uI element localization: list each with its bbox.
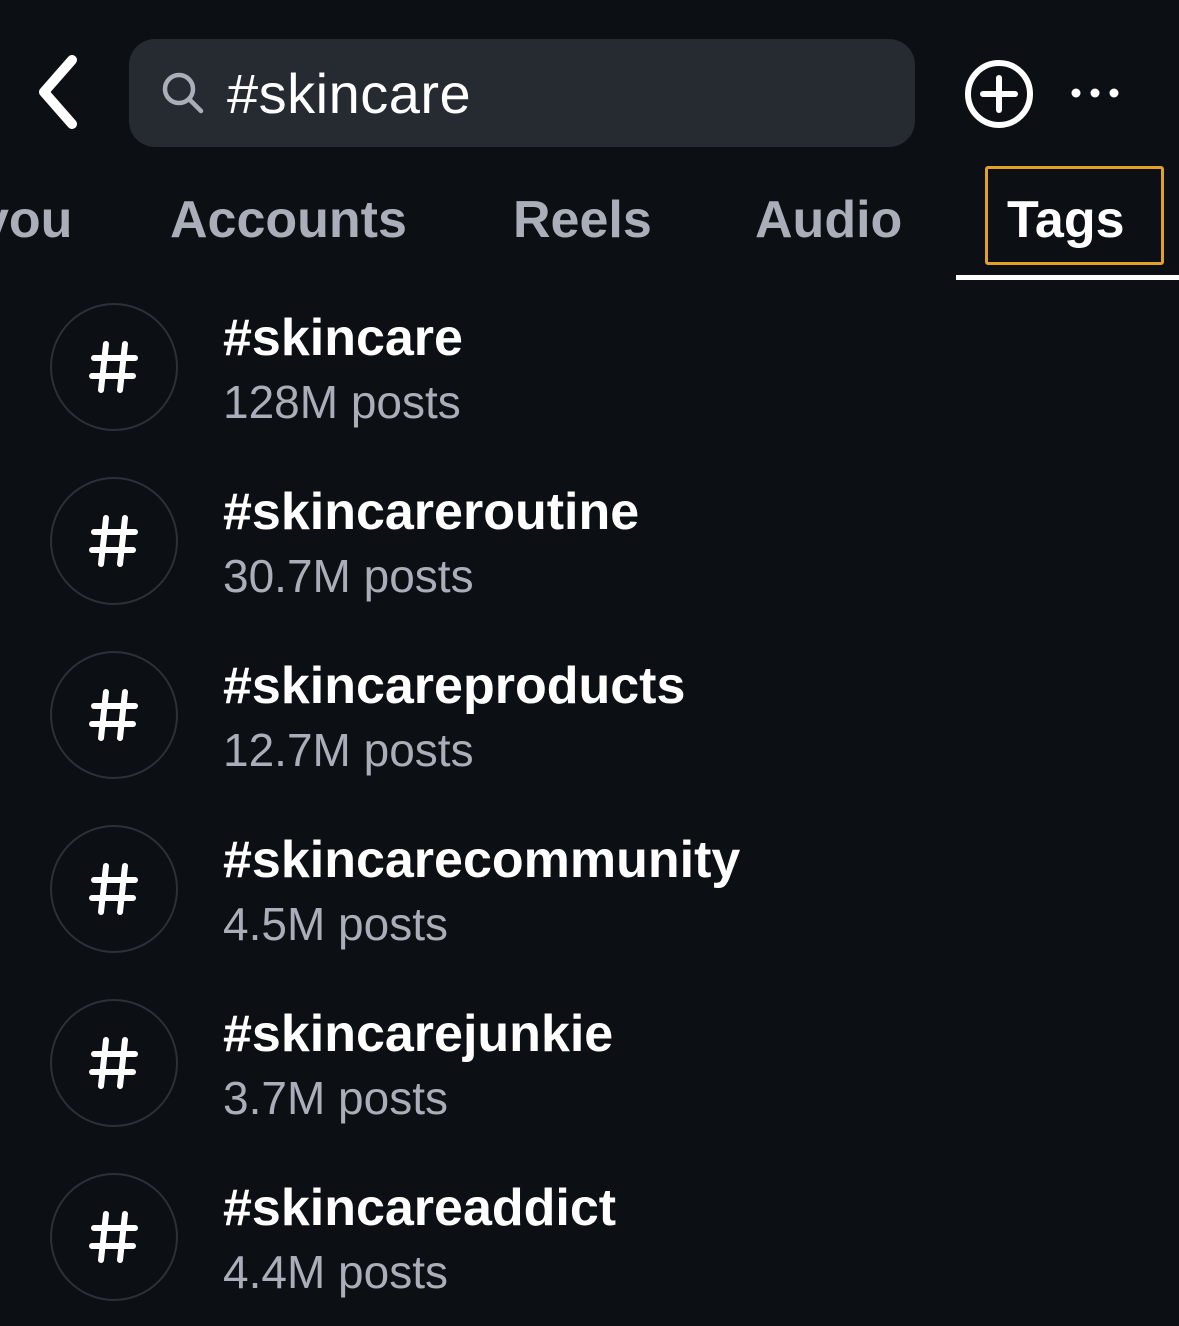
back-button[interactable]: [26, 50, 90, 134]
tab-reels[interactable]: Reels: [513, 180, 652, 260]
search-icon: [159, 69, 207, 117]
search-tabs: you Accounts Reels Audio Tags: [0, 160, 1179, 284]
tag-post-count: 12.7M posts: [223, 724, 474, 776]
hashtag-avatar: [50, 1173, 178, 1301]
tag-name: #skincareaddict: [223, 1179, 617, 1237]
tag-result-row[interactable]: #skincareproducts 12.7M posts: [0, 630, 1179, 804]
tab-audio[interactable]: Audio: [755, 180, 902, 260]
tag-result-row[interactable]: #skincarecommunity 4.5M posts: [0, 804, 1179, 978]
hashtag-avatar: [50, 303, 178, 431]
more-options-button[interactable]: [1062, 70, 1128, 116]
hashtag-icon: [89, 1211, 138, 1263]
new-post-button[interactable]: [961, 56, 1037, 132]
tag-post-count: 4.5M posts: [223, 898, 448, 950]
tag-name: #skincarecommunity: [223, 831, 741, 889]
plus-circle-icon: [965, 60, 1033, 128]
tag-result-row[interactable]: #skincareroutine 30.7M posts: [0, 456, 1179, 630]
hashtag-avatar: [50, 999, 178, 1127]
search-bar[interactable]: [129, 39, 915, 147]
chevron-left-icon: [39, 55, 77, 129]
search-header: [0, 0, 1179, 150]
hashtag-icon: [89, 1037, 138, 1089]
hashtag-icon: [89, 863, 138, 915]
tag-name: #skincareproducts: [223, 657, 686, 715]
tag-result-row[interactable]: #skincarejunkie 3.7M posts: [0, 978, 1179, 1152]
tag-post-count: 128M posts: [223, 376, 461, 428]
hashtag-icon: [89, 689, 138, 741]
tab-for-you[interactable]: you: [0, 180, 72, 260]
tag-post-count: 4.4M posts: [223, 1246, 448, 1298]
tab-accounts[interactable]: Accounts: [170, 180, 407, 260]
hashtag-icon: [89, 515, 138, 567]
hashtag-icon: [89, 341, 138, 393]
more-horizontal-icon: [1071, 88, 1119, 98]
hashtag-avatar: [50, 477, 178, 605]
hashtag-avatar: [50, 825, 178, 953]
tag-result-row[interactable]: #skincareaddict 4.4M posts: [0, 1152, 1179, 1326]
tag-name: #skincarejunkie: [223, 1005, 614, 1063]
active-tab-indicator: [956, 275, 1179, 280]
tag-result-row[interactable]: #skincare 128M posts: [0, 282, 1179, 456]
tag-name: #skincareroutine: [223, 483, 640, 541]
tag-post-count: 3.7M posts: [223, 1072, 448, 1124]
search-input[interactable]: [227, 60, 847, 126]
tab-tags[interactable]: Tags: [1007, 180, 1125, 260]
tag-name: #skincare: [223, 309, 463, 367]
tag-post-count: 30.7M posts: [223, 550, 474, 602]
hashtag-avatar: [50, 651, 178, 779]
